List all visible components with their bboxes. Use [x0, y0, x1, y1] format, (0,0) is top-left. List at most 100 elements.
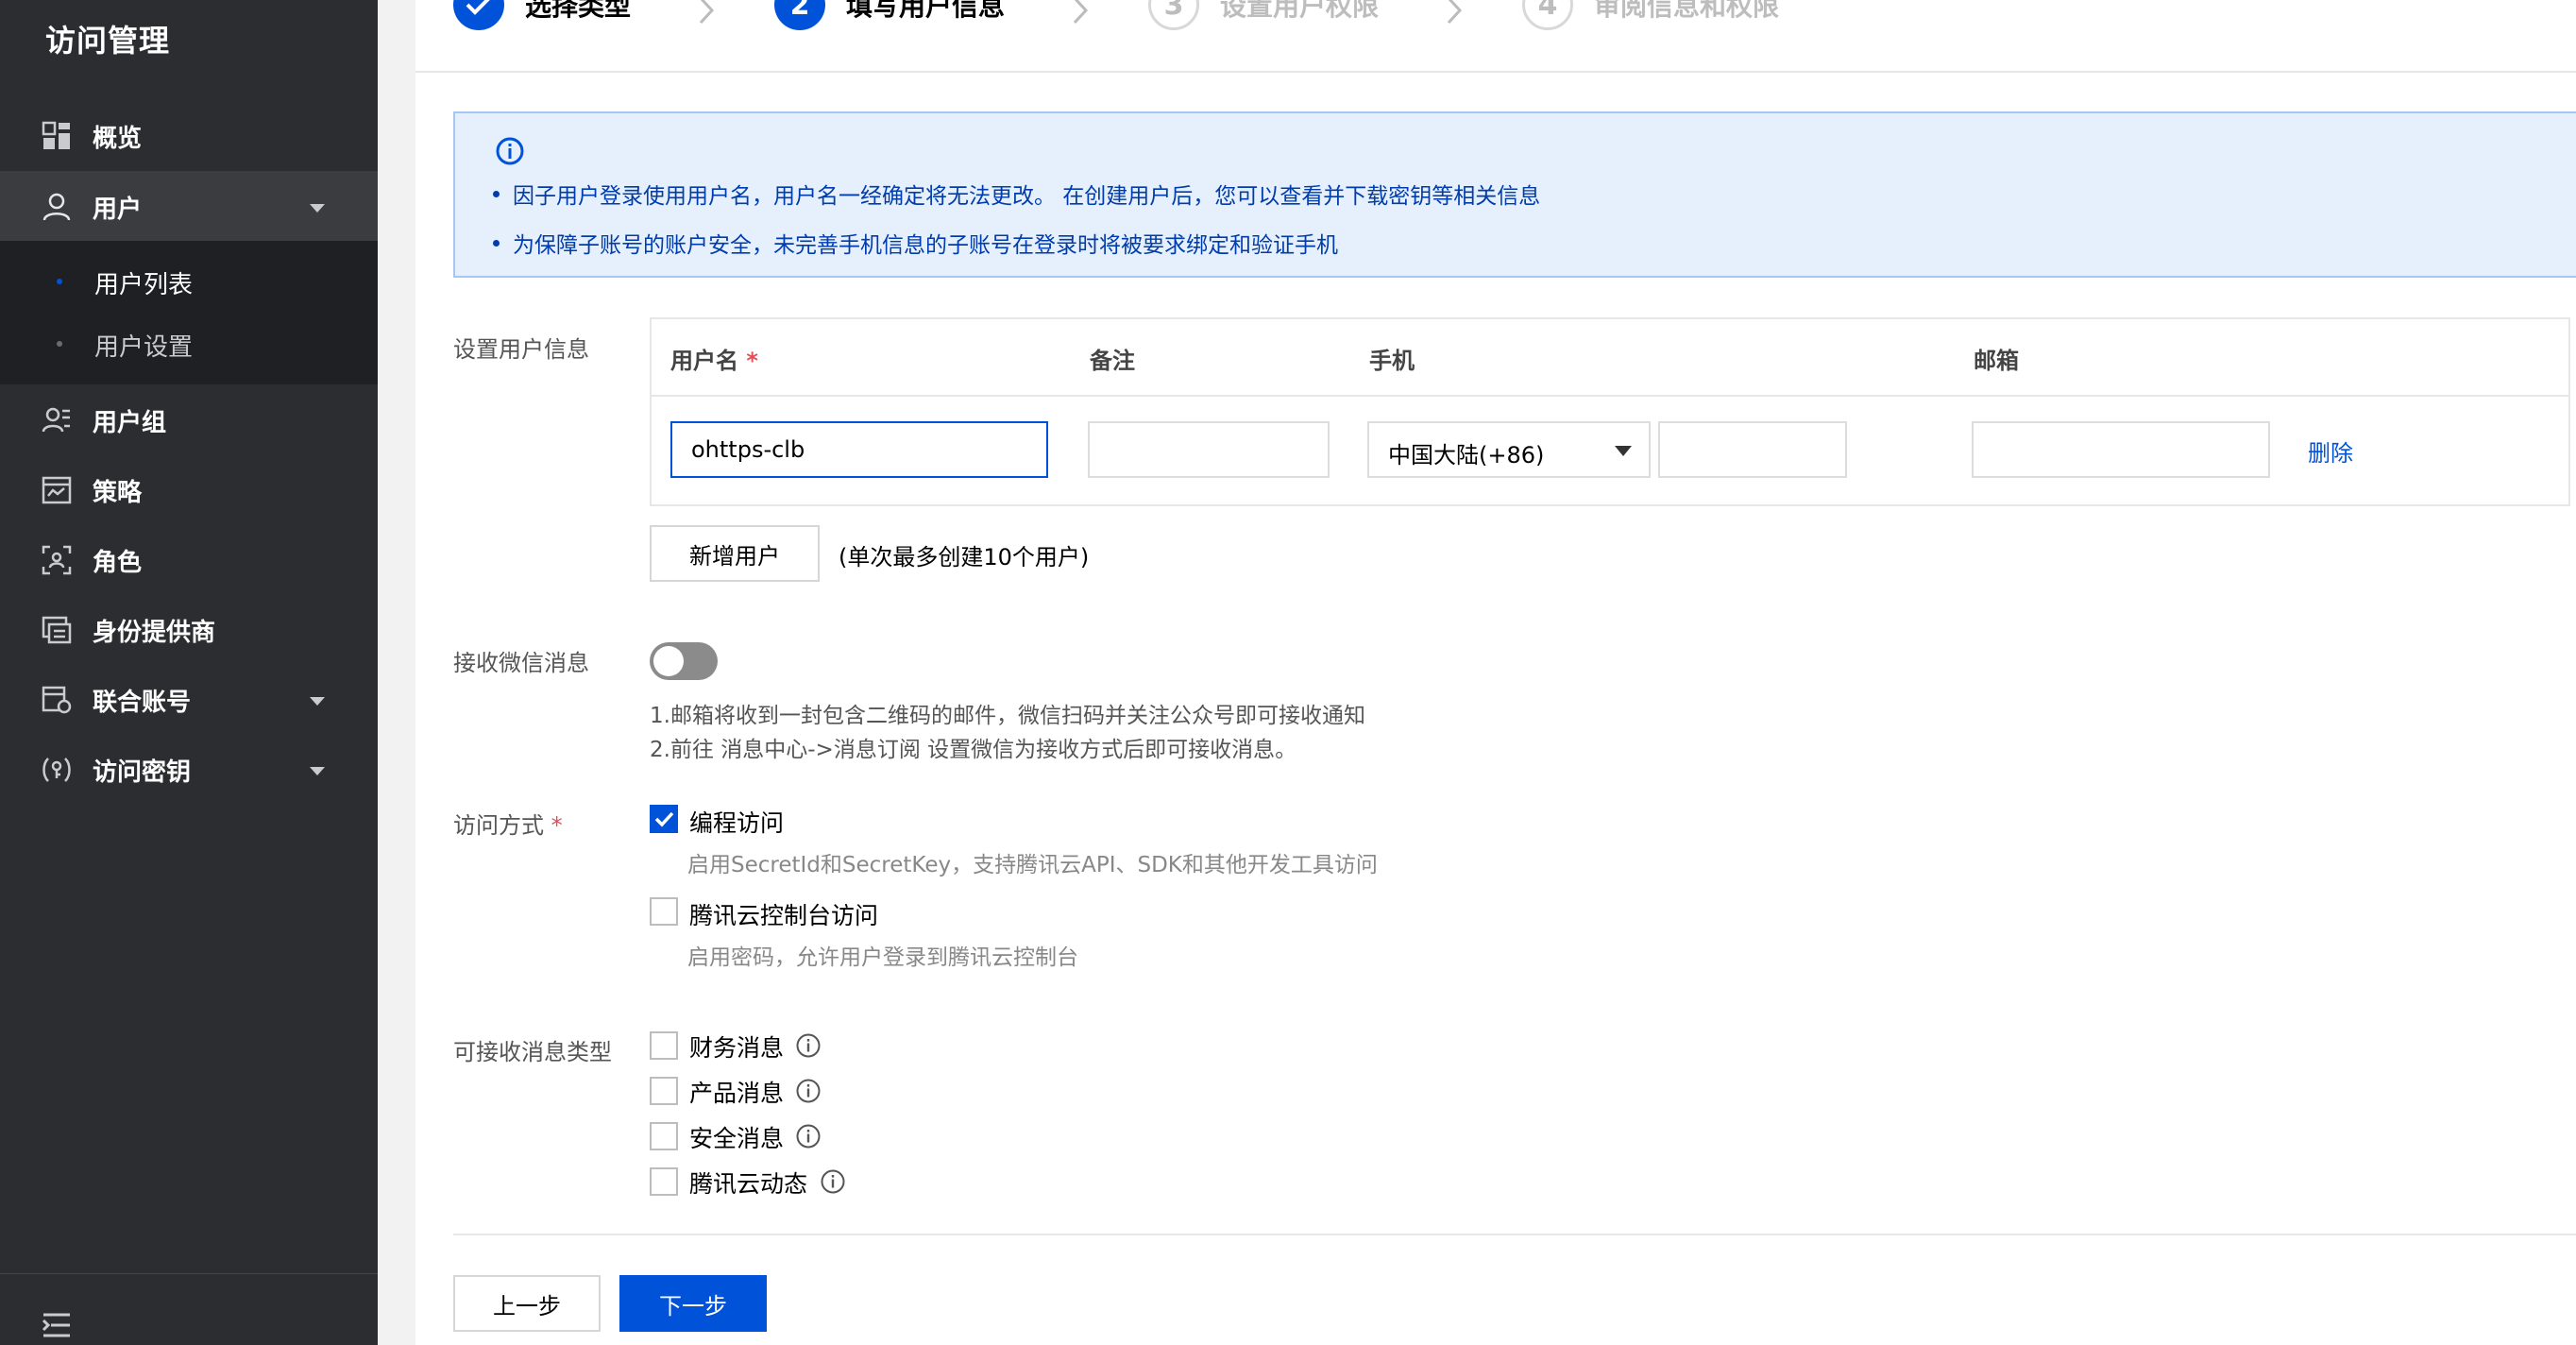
sidebar-submenu-users: 用户列表 用户设置	[0, 241, 378, 384]
programmatic-access-checkbox[interactable]	[650, 805, 678, 833]
sidebar-item-roles[interactable]: 角色	[0, 524, 378, 594]
next-step-button[interactable]: 下一步	[619, 1275, 767, 1332]
chevron-right-icon	[1447, 0, 1463, 25]
phone-region-value: 中国大陆(+86)	[1388, 442, 1545, 468]
step-4: 4 审阅信息和权限	[1522, 0, 1779, 30]
chevron-down-icon	[310, 767, 325, 775]
finance-message-label[interactable]: 财务消息	[689, 1030, 784, 1064]
info-tooltip-icon[interactable]	[795, 1123, 822, 1149]
chevron-down-icon	[310, 697, 325, 706]
bullet	[493, 240, 500, 247]
sidebar-subitem-label: 用户列表	[94, 271, 194, 299]
remark-input[interactable]	[1088, 421, 1330, 478]
sidebar-item-label: 访问密钥	[93, 758, 192, 787]
sidebar-item-label: 用户组	[93, 409, 167, 437]
section-label-message-types: 可接收消息类型	[453, 1039, 612, 1065]
chevron-down-icon	[1615, 446, 1632, 456]
add-user-hint: (单次最多创建10个用户)	[839, 544, 1090, 570]
sidebar-divider	[0, 1273, 378, 1274]
email-input[interactable]	[1972, 421, 2270, 478]
console-access-checkbox[interactable]	[650, 897, 678, 926]
step-done-circle	[453, 0, 504, 30]
required-mark: *	[551, 812, 563, 839]
step-2: 2 填写用户信息	[774, 0, 1005, 30]
info-tooltip-icon[interactable]	[795, 1078, 822, 1104]
sidebar-subitem-user-settings[interactable]: 用户设置	[0, 315, 378, 375]
phone-region-select[interactable]: 中国大陆(+86)	[1367, 421, 1651, 478]
checkmark-icon	[654, 811, 674, 827]
column-header-username: 用户名 *	[670, 348, 758, 374]
finance-message-checkbox[interactable]	[650, 1031, 678, 1060]
info-tooltip-icon[interactable]	[795, 1032, 822, 1059]
product-message-checkbox[interactable]	[650, 1077, 678, 1105]
access-key-icon	[42, 758, 71, 782]
policy-icon	[42, 476, 72, 504]
role-icon	[42, 545, 72, 575]
sidebar-item-label: 策略	[93, 479, 143, 507]
sidebar-item-policies[interactable]: 策略	[0, 454, 378, 524]
sidebar-title: 访问管理	[45, 23, 171, 59]
column-header-remark: 备注	[1090, 348, 1135, 374]
inactive-dot	[57, 341, 62, 347]
username-input[interactable]	[670, 421, 1048, 478]
sidebar-item-federated-accounts[interactable]: 联合账号	[0, 664, 378, 734]
wechat-desc-1: 1.邮箱将收到一封包含二维码的邮件，微信扫码并关注公众号即可接收通知	[650, 704, 1365, 728]
wechat-desc-2: 2.前往 消息中心->消息订阅 设置微信为接收方式后即可接收消息。	[650, 738, 1297, 762]
previous-step-button[interactable]: 上一步	[453, 1275, 601, 1332]
stepper-divider	[415, 71, 2576, 73]
step-number: 2	[774, 0, 825, 30]
sidebar: 访问管理 概览 用户 用户列表 用户设置 用户组 策略 角色 身份提供商 联合账…	[0, 0, 378, 1345]
product-message-label[interactable]: 产品消息	[689, 1075, 784, 1109]
alert-line-2: 为保障子账号的账户安全，未完善手机信息的子账号在登录时将被要求绑定和验证手机	[493, 227, 1338, 259]
sidebar-item-user-groups[interactable]: 用户组	[0, 384, 378, 454]
sidebar-item-label: 概览	[93, 125, 143, 153]
sidebar-item-identity-providers[interactable]: 身份提供商	[0, 594, 378, 664]
toggle-knob	[653, 646, 684, 676]
section-label-user-info: 设置用户信息	[453, 336, 589, 363]
federated-account-icon	[42, 686, 72, 714]
user-table: 用户名 * 备注 手机 邮箱	[650, 317, 2570, 506]
security-message-label[interactable]: 安全消息	[689, 1120, 784, 1154]
info-tooltip-icon[interactable]	[820, 1168, 846, 1195]
step-3: 3 设置用户权限	[1148, 0, 1379, 30]
step-label: 填写用户信息	[846, 0, 1006, 22]
console-access-label[interactable]: 腾讯云控制台访问	[689, 897, 878, 931]
chevron-right-icon	[1073, 0, 1089, 25]
console-access-desc: 启用密码，允许用户登录到腾讯云控制台	[687, 945, 1078, 970]
step-number: 4	[1522, 0, 1573, 30]
programmatic-access-desc: 启用SecretId和SecretKey，支持腾讯云API、SDK和其他开发工具…	[687, 853, 1378, 877]
required-mark: *	[746, 348, 758, 374]
security-message-checkbox[interactable]	[650, 1122, 678, 1150]
step-label: 选择类型	[525, 0, 632, 22]
programmatic-access-label[interactable]: 编程访问	[689, 805, 784, 839]
cloud-news-label[interactable]: 腾讯云动态	[689, 1166, 807, 1200]
column-header-phone: 手机	[1369, 348, 1415, 374]
sidebar-item-users[interactable]: 用户	[0, 171, 378, 241]
collapse-menu-icon[interactable]	[42, 1311, 72, 1339]
bullet	[493, 191, 500, 197]
delete-row-link[interactable]: 删除	[2308, 434, 2353, 468]
step-label: 设置用户权限	[1220, 0, 1380, 22]
footer-divider	[453, 1234, 2576, 1235]
identity-provider-icon	[42, 616, 72, 644]
section-label-wechat: 接收微信消息	[453, 650, 589, 676]
wechat-toggle[interactable]	[650, 642, 718, 680]
phone-input[interactable]	[1658, 421, 1847, 478]
add-user-button[interactable]: 新增用户	[650, 525, 820, 582]
cloud-news-checkbox[interactable]	[650, 1167, 678, 1196]
step-number: 3	[1148, 0, 1199, 30]
checkmark-icon	[466, 0, 490, 15]
alert-line-1: 因子用户登录使用用户名，用户名一经确定将无法更改。 在创建用户后，您可以查看并下…	[493, 178, 1540, 210]
sidebar-item-label: 身份提供商	[93, 619, 216, 647]
sidebar-subitem-label: 用户设置	[94, 333, 194, 362]
dashboard-icon	[42, 121, 70, 149]
sidebar-subitem-user-list[interactable]: 用户列表	[0, 252, 378, 313]
step-label: 审阅信息和权限	[1594, 0, 1780, 22]
chevron-right-icon	[699, 0, 715, 25]
user-icon	[42, 193, 71, 221]
sidebar-item-access-keys[interactable]: 访问密钥	[0, 734, 378, 804]
alert-text: 为保障子账号的账户安全，未完善手机信息的子账号在登录时将被要求绑定和验证手机	[513, 233, 1338, 258]
active-dot	[57, 279, 62, 284]
alert-text: 因子用户登录使用用户名，用户名一经确定将无法更改。 在创建用户后，您可以查看并下…	[513, 184, 1541, 209]
sidebar-item-overview[interactable]: 概览	[0, 100, 378, 170]
